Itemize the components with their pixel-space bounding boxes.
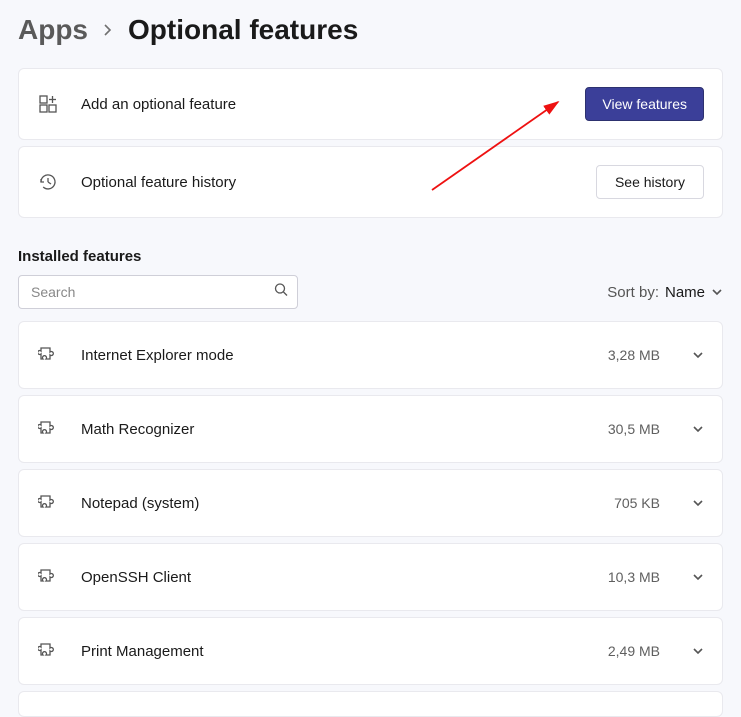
- puzzle-icon: [37, 418, 59, 440]
- add-feature-card: Add an optional feature View features: [18, 68, 723, 140]
- feature-list: Internet Explorer mode 3,28 MB Math Reco…: [0, 321, 741, 717]
- chevron-down-icon: [692, 645, 704, 657]
- feature-name: Internet Explorer mode: [81, 347, 586, 364]
- feature-row[interactable]: Print Management 2,49 MB: [18, 617, 723, 685]
- see-history-button[interactable]: See history: [596, 165, 704, 199]
- feature-row-partial[interactable]: [18, 691, 723, 717]
- feature-name: Math Recognizer: [81, 421, 586, 438]
- feature-row[interactable]: Notepad (system) 705 KB: [18, 469, 723, 537]
- feature-size: 3,28 MB: [608, 347, 660, 363]
- feature-row[interactable]: Internet Explorer mode 3,28 MB: [18, 321, 723, 389]
- feature-name: Print Management: [81, 643, 586, 660]
- history-card: Optional feature history See history: [18, 146, 723, 218]
- feature-name: Notepad (system): [81, 495, 592, 512]
- sort-by-label: Sort by:: [607, 284, 659, 301]
- view-features-button[interactable]: View features: [585, 87, 704, 121]
- chevron-down-icon: [692, 497, 704, 509]
- sort-by-value: Name: [665, 284, 705, 301]
- section-title-installed: Installed features: [0, 218, 741, 275]
- page-title: Optional features: [128, 14, 358, 46]
- feature-row[interactable]: OpenSSH Client 10,3 MB: [18, 543, 723, 611]
- puzzle-icon: [37, 566, 59, 588]
- chevron-down-icon: [692, 349, 704, 361]
- feature-size: 10,3 MB: [608, 569, 660, 585]
- feature-size: 30,5 MB: [608, 421, 660, 437]
- feature-size: 705 KB: [614, 495, 660, 511]
- chevron-down-icon: [692, 423, 704, 435]
- sort-by-dropdown[interactable]: Sort by: Name: [607, 284, 723, 301]
- add-app-icon: [37, 93, 59, 115]
- puzzle-icon: [37, 344, 59, 366]
- chevron-right-icon: [102, 24, 114, 36]
- add-feature-label: Add an optional feature: [81, 96, 563, 113]
- history-icon: [37, 171, 59, 193]
- puzzle-icon: [37, 492, 59, 514]
- search-input[interactable]: [18, 275, 298, 309]
- puzzle-icon: [37, 640, 59, 662]
- history-label: Optional feature history: [81, 174, 574, 191]
- chevron-down-icon: [711, 286, 723, 298]
- breadcrumb-apps-link[interactable]: Apps: [18, 14, 88, 46]
- search-box: [18, 275, 298, 309]
- chevron-down-icon: [692, 571, 704, 583]
- feature-row[interactable]: Math Recognizer 30,5 MB: [18, 395, 723, 463]
- feature-size: 2,49 MB: [608, 643, 660, 659]
- feature-name: OpenSSH Client: [81, 569, 586, 586]
- breadcrumb: Apps Optional features: [0, 0, 741, 68]
